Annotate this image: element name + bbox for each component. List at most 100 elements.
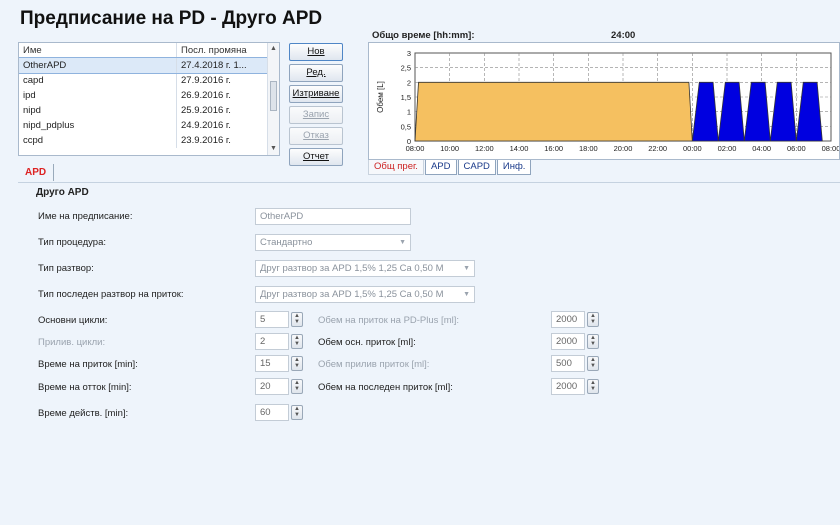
section-title: Друго APD <box>36 187 89 198</box>
row-name: ipd <box>23 90 36 101</box>
chart-tabs: Общ прег. APD CAPD Инф. <box>368 160 532 175</box>
solution-type-dropdown[interactable]: Друг разтвор за APD 1,5% 1,25 Ca 0,50 M … <box>255 260 475 277</box>
inflow-time-label: Време на приток [min]: <box>38 359 138 370</box>
stepper-icon[interactable]: ▲ ▼ <box>587 379 599 394</box>
last-volume-value[interactable]: 2000 <box>551 378 585 395</box>
y-tick-label: 1,5 <box>401 93 411 102</box>
list-row-nipd[interactable]: nipd 25.9.2016 г. <box>19 103 279 118</box>
volume-chart: 3 2,5 2 1,5 1 0,5 0 08:00 10:00 12:00 14:00 16:00 18… <box>368 42 840 160</box>
stepper-icon[interactable]: ▲ ▼ <box>291 379 303 394</box>
x-tick-label: 00:00 <box>683 144 702 153</box>
x-tick-label: 10:00 <box>440 144 459 153</box>
list-row-nipd-pdplus[interactable]: nipd_pdplus 24.9.2016 г. <box>19 118 279 133</box>
x-tick-label: 02:00 <box>718 144 737 153</box>
column-header-name[interactable]: Име <box>19 43 176 57</box>
tab-apd[interactable]: APD <box>424 160 457 175</box>
outflow-time-value[interactable]: 20 <box>255 378 289 395</box>
x-tick-label: 12:00 <box>475 144 494 153</box>
report-button[interactable]: Отчет <box>289 148 343 166</box>
dwell-time-value[interactable]: 60 <box>255 404 289 421</box>
x-tick-label: 06:00 <box>787 144 806 153</box>
chart-total-time-label: Общо време [hh:mm]: <box>372 30 475 41</box>
list-row-ipd[interactable]: ipd 26.9.2016 г. <box>19 88 279 103</box>
delete-button[interactable]: Изтриване <box>289 85 343 103</box>
save-button[interactable]: Запис <box>289 106 343 124</box>
page-title: Предписание на PD - Друго APD <box>20 8 323 29</box>
list-row-ccpd[interactable]: ccpd 23.9.2016 г. <box>19 133 279 148</box>
tab-info[interactable]: Инф. <box>496 160 532 175</box>
chevron-down-icon: ▼ <box>463 265 470 272</box>
scroll-thumb[interactable] <box>270 81 277 111</box>
stepper-icon[interactable]: ▲ ▼ <box>291 405 303 420</box>
tidal-cycles-value[interactable]: 2 <box>255 333 289 350</box>
last-solution-type-value: Друг разтвор за APD 1,5% 1,25 Ca 0,50 M <box>260 289 444 300</box>
volume-chart-svg: 32,521,510,5008:00 10:00 12:00 14:00 16:00 18… <box>376 49 840 153</box>
list-row-otherapd[interactable]: OtherAPD 27.4.2018 г. 1... <box>19 57 279 74</box>
y-tick-label: 1 <box>407 108 411 117</box>
tidal-volume-value[interactable]: 500 <box>551 355 585 372</box>
procedure-type-label: Тип процедура: <box>38 237 106 248</box>
last-solution-type-dropdown[interactable]: Друг разтвор за APD 1,5% 1,25 Ca 0,50 M … <box>255 286 475 303</box>
stepper-icon[interactable]: ▲ ▼ <box>587 334 599 349</box>
y-tick-label: 0,5 <box>401 122 411 131</box>
base-volume-label: Обем осн. приток [ml]: <box>318 337 416 348</box>
row-date: 25.9.2016 г. <box>176 103 261 118</box>
x-tick-label: 08:00 <box>406 144 425 153</box>
column-header-modified[interactable]: Посл. промяна <box>176 43 261 57</box>
series-area-1 <box>414 81 693 142</box>
scroll-up-icon[interactable]: ▲ <box>268 43 279 55</box>
base-volume-value[interactable]: 2000 <box>551 333 585 350</box>
outflow-time-label: Време на отток [min]: <box>38 382 132 393</box>
x-tick-label: 14:00 <box>510 144 529 153</box>
list-row-capd[interactable]: capd 27.9.2016 г. <box>19 73 279 88</box>
row-name: nipd_pdplus <box>23 120 75 131</box>
x-tick-label: 16:00 <box>544 144 563 153</box>
row-date: 23.9.2016 г. <box>176 133 261 148</box>
stepper-icon[interactable]: ▲ ▼ <box>587 312 599 327</box>
x-tick-label: 20:00 <box>614 144 633 153</box>
row-name: nipd <box>23 105 41 116</box>
y-axis-label: Обем [L] <box>376 81 385 113</box>
y-tick-label: 2 <box>407 78 411 87</box>
row-date: 24.9.2016 г. <box>176 118 261 133</box>
stepper-icon[interactable]: ▲ ▼ <box>587 356 599 371</box>
prescription-name-field[interactable]: OtherAPD <box>255 208 411 225</box>
x-tick-label: 08:00 <box>822 144 839 153</box>
inflow-time-value[interactable]: 15 <box>255 355 289 372</box>
apd-panel <box>18 182 840 525</box>
stepper-icon[interactable]: ▲ ▼ <box>291 334 303 349</box>
y-tick-label: 2,5 <box>401 64 411 73</box>
chart-total-time-value: 24:00 <box>611 30 636 41</box>
pdplus-volume-value[interactable]: 2000 <box>551 311 585 328</box>
tidal-cycles-label: Прилив. цикли: <box>38 337 106 348</box>
x-tick-label: 04:00 <box>752 144 771 153</box>
tab-apd-main[interactable]: APD <box>18 164 55 181</box>
stepper-icon[interactable]: ▲ ▼ <box>291 356 303 371</box>
row-name: capd <box>23 75 44 86</box>
new-button[interactable]: Нов <box>289 43 343 61</box>
row-date: 26.9.2016 г. <box>176 88 261 103</box>
last-volume-label: Обем на последен приток [ml]: <box>318 382 453 393</box>
chevron-down-icon: ▼ <box>399 239 406 246</box>
edit-button[interactable]: Ред. <box>289 64 343 82</box>
row-name: ccpd <box>23 135 44 146</box>
last-solution-type-label: Тип последен разтвор на приток: <box>38 289 184 300</box>
tab-overview[interactable]: Общ прег. <box>368 160 424 175</box>
tab-capd[interactable]: CAPD <box>457 160 496 175</box>
tidal-volume-label: Обем прилив приток [ml]: <box>318 359 430 370</box>
base-cycles-label: Основни цикли: <box>38 315 108 326</box>
y-tick-label: 3 <box>407 49 411 58</box>
x-tick-label: 22:00 <box>648 144 667 153</box>
list-scrollbar[interactable]: ▲ ▼ <box>267 43 279 155</box>
solution-type-value: Друг разтвор за APD 1,5% 1,25 Ca 0,50 M <box>260 263 444 274</box>
x-tick-label: 18:00 <box>579 144 598 153</box>
name-label: Име на предписание: <box>38 211 133 222</box>
procedure-type-dropdown[interactable]: Стандартно ▼ <box>255 234 411 251</box>
list-header: Име Посл. промяна <box>19 43 279 58</box>
series-area-2 <box>691 81 823 142</box>
scroll-down-icon[interactable]: ▼ <box>268 143 279 155</box>
prescription-list[interactable]: Име Посл. промяна OtherAPD 27.4.2018 г. … <box>18 42 280 156</box>
cancel-button[interactable]: Отказ <box>289 127 343 145</box>
base-cycles-value[interactable]: 5 <box>255 311 289 328</box>
stepper-icon[interactable]: ▲ ▼ <box>291 312 303 327</box>
